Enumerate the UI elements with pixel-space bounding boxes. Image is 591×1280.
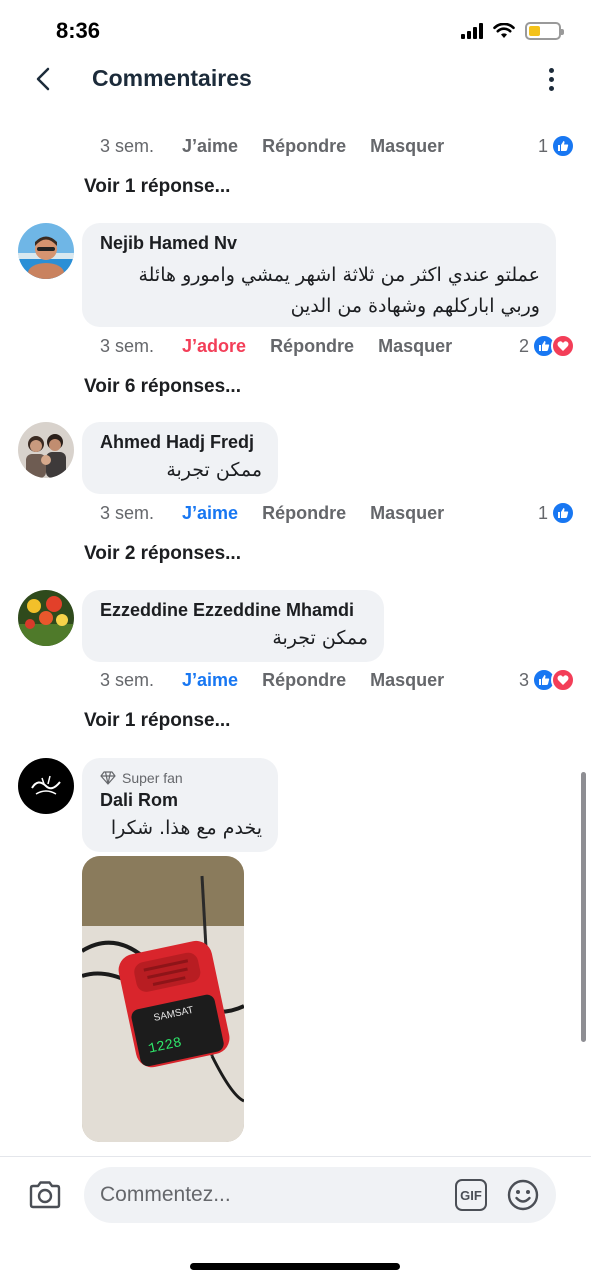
comment-actions: 3 sem. J’adore Répondre Masquer 2 xyxy=(100,331,575,361)
more-options-button[interactable] xyxy=(541,64,561,94)
like-reaction-icon xyxy=(551,501,575,525)
page-title: Commentaires xyxy=(92,65,252,91)
like-button[interactable]: J’aime xyxy=(182,670,238,691)
gif-button[interactable]: GIF xyxy=(455,1179,487,1211)
home-indicator xyxy=(190,1263,400,1270)
hide-button[interactable]: Masquer xyxy=(370,670,444,691)
super-fan-label: Super fan xyxy=(122,770,183,786)
reply-button[interactable]: Répondre xyxy=(262,136,346,157)
super-fan-badge: Super fan xyxy=(100,770,262,786)
comment-text: عملتو عندي اكثر من ثلاثة اشهر يمشي وامور… xyxy=(138,264,540,286)
comment-time: 3 sem. xyxy=(100,135,155,156)
comment-actions: 3 sem. J’aime Répondre Masquer 3 xyxy=(100,665,575,695)
love-reaction-icon xyxy=(551,334,575,358)
comment-text: يخدم مع هذا. شكرا xyxy=(110,817,262,839)
camera-button[interactable] xyxy=(27,1177,63,1213)
reaction-count: 1 xyxy=(537,502,548,523)
love-reaction-icon xyxy=(551,668,575,692)
comment-bubble: Nejib Hamed Nv عملتو عندي اكثر من ثلاثة … xyxy=(82,223,556,327)
hide-button[interactable]: Masquer xyxy=(370,136,444,157)
reply-button[interactable]: Répondre xyxy=(270,336,354,357)
more-icon-dot xyxy=(548,85,554,91)
emoji-button[interactable] xyxy=(505,1177,541,1213)
see-replies-link[interactable]: Voir 1 réponse... xyxy=(84,176,230,198)
avatar[interactable] xyxy=(18,422,74,478)
love-button[interactable]: J’adore xyxy=(182,336,246,357)
status-time: 8:36 xyxy=(56,18,101,43)
back-button[interactable] xyxy=(28,62,58,96)
more-icon-dot xyxy=(548,76,554,82)
comment-author[interactable]: Dali Rom xyxy=(100,790,262,811)
avatar[interactable] xyxy=(18,223,74,279)
app-header: Commentaires xyxy=(0,56,591,102)
comment-actions: 3 sem. J’aime Répondre Masquer 1 xyxy=(100,131,575,161)
status-icons xyxy=(461,22,564,40)
reaction-count: 2 xyxy=(518,335,529,356)
like-button[interactable]: J’aime xyxy=(182,503,238,524)
avatar[interactable] xyxy=(18,590,74,646)
more-icon-dot xyxy=(548,67,554,73)
camera-icon xyxy=(29,1181,61,1209)
avatar[interactable] xyxy=(18,758,74,814)
comment-author[interactable]: Ahmed Hadj Fredj xyxy=(100,432,262,453)
hide-button[interactable]: Masquer xyxy=(378,336,452,357)
reaction-summary[interactable]: 3 xyxy=(519,668,575,692)
reaction-summary[interactable]: 2 xyxy=(519,334,575,358)
comment-time: 3 sem. xyxy=(100,502,155,523)
diamond-icon xyxy=(100,771,116,785)
hide-button[interactable]: Masquer xyxy=(370,503,444,524)
status-bar: 8:36 xyxy=(0,0,591,60)
reaction-count: 3 xyxy=(518,669,529,690)
comment-composer: GIF xyxy=(0,1156,591,1280)
see-replies-link[interactable]: Voir 2 réponses... xyxy=(84,543,241,565)
emoji-icon xyxy=(507,1179,539,1211)
see-replies-link[interactable]: Voir 1 réponse... xyxy=(84,710,230,732)
comment-bubble: Super fan Dali Rom يخدم مع هذا. شكرا xyxy=(82,758,278,852)
see-replies-link[interactable]: Voir 6 réponses... xyxy=(84,376,241,398)
reply-button[interactable]: Répondre xyxy=(262,503,346,524)
scrollbar[interactable] xyxy=(581,772,586,1042)
chevron-left-icon xyxy=(36,67,50,91)
comment-text: ممكن تجربة xyxy=(272,627,368,649)
reaction-summary[interactable]: 1 xyxy=(538,134,575,158)
like-button[interactable]: J’aime xyxy=(182,136,238,157)
battery-icon xyxy=(525,22,564,40)
comment-photo[interactable]: SAMSAT 1228 xyxy=(82,856,244,1142)
comment-bubble: Ezzeddine Ezzeddine Mhamdi ممكن تجربة xyxy=(82,590,384,662)
wifi-icon xyxy=(493,23,515,38)
reaction-summary[interactable]: 1 xyxy=(538,501,575,525)
comment-author[interactable]: Ezzeddine Ezzeddine Mhamdi xyxy=(100,600,368,621)
comment-bubble: Ahmed Hadj Fredj ممكن تجربة xyxy=(82,422,278,494)
comment-time: 3 sem. xyxy=(100,335,155,356)
like-reaction-icon xyxy=(551,134,575,158)
comment-time: 3 sem. xyxy=(100,669,155,690)
comment-text: ممكن تجربة xyxy=(166,459,262,481)
comment-text: وربي اباركلهم وشهادة من الدين xyxy=(290,295,540,317)
reply-button[interactable]: Répondre xyxy=(262,670,346,691)
comment-actions: 3 sem. J’aime Répondre Masquer 1 xyxy=(100,498,575,528)
cellular-signal-icon xyxy=(461,23,483,39)
reaction-count: 1 xyxy=(537,135,548,156)
comment-author[interactable]: Nejib Hamed Nv xyxy=(100,233,540,254)
